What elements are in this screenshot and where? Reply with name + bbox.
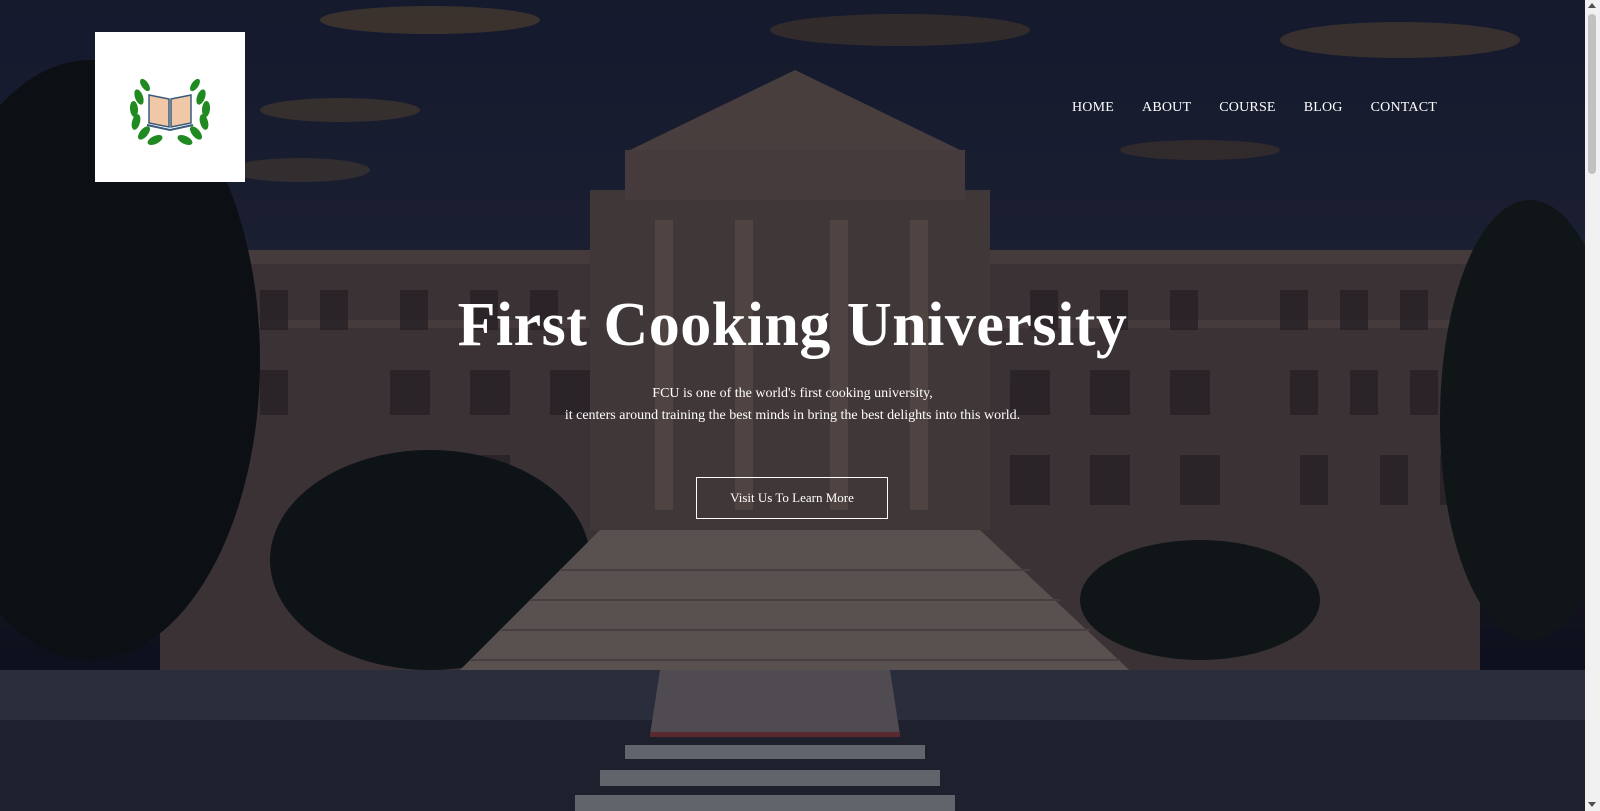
scrollbar-thumb[interactable]	[1588, 14, 1596, 174]
nav-about[interactable]: ABOUT	[1142, 100, 1191, 116]
scroll-up-arrow-icon[interactable]	[1588, 3, 1596, 8]
hero-title: First Cooking University	[457, 291, 1128, 359]
main-nav: HOME ABOUT COURSE BLOG CONTACT	[1072, 100, 1437, 116]
laurel-book-icon	[129, 78, 211, 145]
hero-subtitle-line-1: FCU is one of the world's first cooking …	[652, 386, 933, 401]
hero-subtitle-line-2: it centers around training the best mind…	[564, 408, 1021, 423]
nav-course[interactable]: COURSE	[1219, 100, 1275, 116]
page-scrollbar[interactable]	[1585, 0, 1600, 811]
hero-section: HOME ABOUT COURSE BLOG CONTACT First Coo…	[0, 0, 1585, 811]
site-logo[interactable]	[95, 32, 245, 182]
visit-us-button[interactable]: Visit Us To Learn More	[696, 477, 888, 519]
nav-blog[interactable]: BLOG	[1304, 100, 1343, 116]
scroll-down-arrow-icon[interactable]	[1588, 802, 1596, 807]
nav-home[interactable]: HOME	[1072, 100, 1114, 116]
nav-contact[interactable]: CONTACT	[1371, 100, 1437, 116]
